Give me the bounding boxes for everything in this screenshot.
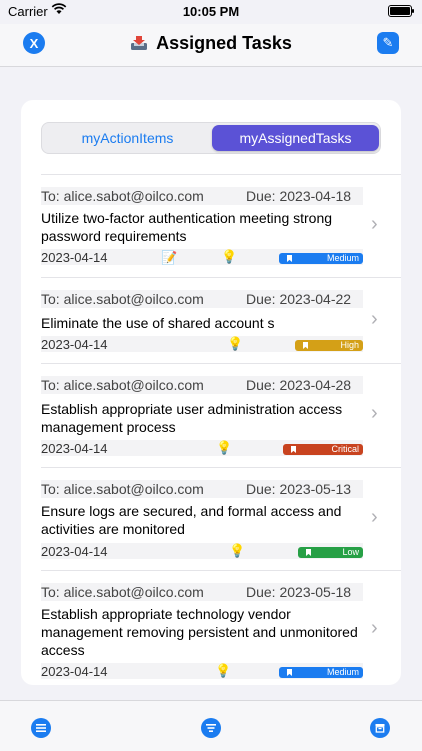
task-title: Establish appropriate technology vendor … bbox=[41, 606, 358, 658]
lightbulb-icon: 💡 bbox=[216, 440, 233, 455]
task-created-date: 2023-04-14 bbox=[41, 664, 108, 679]
task-due-date: Due: 2023-04-22 bbox=[246, 291, 352, 307]
task-row[interactable]: To: alice.sabot@oilco.com Due: 2023-05-1… bbox=[41, 467, 401, 570]
status-bar: Carrier 10:05 PM bbox=[0, 0, 422, 24]
task-title: Establish appropriate user administratio… bbox=[41, 401, 343, 435]
note-icon: 📝 bbox=[161, 250, 178, 265]
segment-my-assigned-tasks[interactable]: myAssignedTasks bbox=[212, 125, 379, 151]
lightbulb-icon: 💡 bbox=[227, 336, 244, 351]
priority-badge: High bbox=[295, 340, 363, 351]
bookmark-icon bbox=[303, 342, 308, 349]
bookmark-icon bbox=[287, 255, 292, 262]
lightbulb-icon: 💡 bbox=[221, 249, 238, 264]
archive-icon bbox=[375, 724, 385, 733]
task-due-date: Due: 2023-04-18 bbox=[246, 188, 352, 204]
battery-icon bbox=[388, 5, 414, 17]
tab-bar bbox=[0, 700, 422, 751]
lightbulb-icon: 💡 bbox=[229, 543, 246, 558]
filter-tab-button[interactable] bbox=[201, 718, 221, 738]
task-created-date: 2023-04-14 bbox=[41, 250, 108, 265]
bookmark-icon bbox=[306, 549, 311, 556]
task-created-date: 2023-04-14 bbox=[41, 544, 108, 559]
task-title: Utilize two-factor authentication meetin… bbox=[41, 210, 333, 244]
task-created-date: 2023-04-14 bbox=[41, 337, 108, 352]
task-recipient: To: alice.sabot@oilco.com bbox=[41, 291, 204, 307]
priority-badge: Low bbox=[298, 547, 363, 558]
task-recipient: To: alice.sabot@oilco.com bbox=[41, 377, 204, 393]
chevron-right-icon: › bbox=[371, 506, 378, 528]
priority-badge: Medium bbox=[279, 667, 363, 678]
bookmark-icon bbox=[291, 446, 296, 453]
chevron-right-icon: › bbox=[371, 402, 378, 424]
inbox-tray-icon bbox=[131, 36, 148, 50]
lightbulb-icon: 💡 bbox=[215, 663, 232, 678]
compose-button[interactable]: ✎ bbox=[377, 32, 399, 54]
chevron-right-icon: › bbox=[371, 213, 378, 235]
clock: 10:05 PM bbox=[182, 4, 240, 19]
priority-badge: Medium bbox=[279, 253, 363, 264]
tasks-card: myActionItems myAssignedTasks To: alice.… bbox=[21, 100, 401, 685]
task-due-date: Due: 2023-05-13 bbox=[246, 481, 352, 497]
task-row[interactable]: To: alice.sabot@oilco.com Due: 2023-05-1… bbox=[41, 570, 401, 681]
task-due-date: Due: 2023-04-28 bbox=[246, 377, 352, 393]
page-title-text: Assigned Tasks bbox=[156, 33, 292, 53]
task-due-date: Due: 2023-05-18 bbox=[246, 584, 352, 600]
task-row[interactable]: To: alice.sabot@oilco.com Due: 2023-04-2… bbox=[41, 363, 401, 467]
task-recipient: To: alice.sabot@oilco.com bbox=[41, 481, 204, 497]
filter-icon bbox=[206, 724, 216, 732]
bookmark-icon bbox=[287, 669, 292, 676]
task-recipient: To: alice.sabot@oilco.com bbox=[41, 188, 204, 204]
list-icon bbox=[36, 724, 46, 732]
task-title: Ensure logs are secured, and formal acce… bbox=[41, 503, 342, 537]
priority-badge: Critical bbox=[283, 444, 363, 455]
segmented-control: myActionItems myAssignedTasks bbox=[41, 122, 381, 154]
task-row[interactable]: To: alice.sabot@oilco.com Due: 2023-04-2… bbox=[41, 277, 401, 363]
list-tab-button[interactable] bbox=[31, 718, 51, 738]
task-row[interactable]: To: alice.sabot@oilco.com Due: 2023-04-1… bbox=[41, 174, 401, 277]
chevron-right-icon: › bbox=[371, 617, 378, 639]
task-recipient: To: alice.sabot@oilco.com bbox=[41, 584, 204, 600]
task-list: To: alice.sabot@oilco.com Due: 2023-04-1… bbox=[41, 174, 401, 681]
navigation-bar: X Assigned Tasks ✎ bbox=[0, 24, 422, 67]
archive-tab-button[interactable] bbox=[370, 718, 390, 738]
page-title: Assigned Tasks bbox=[0, 33, 422, 54]
task-created-date: 2023-04-14 bbox=[41, 441, 108, 456]
task-title: Eliminate the use of shared account s bbox=[41, 315, 275, 331]
chevron-right-icon: › bbox=[371, 308, 378, 330]
segment-my-action-items[interactable]: myActionItems bbox=[44, 125, 211, 151]
